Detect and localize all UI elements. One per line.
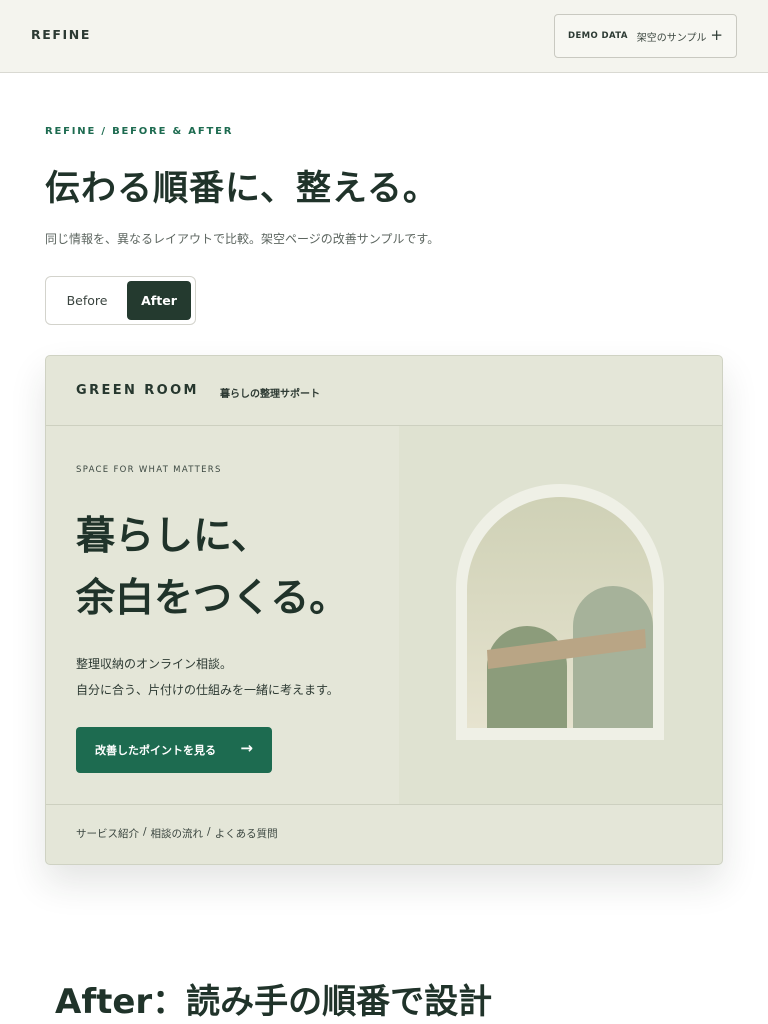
page-lead: 同じ情報を、異なるレイアウトで比較。架空ページの改善サンプルです。 — [45, 232, 440, 246]
hero-body: 整理収納のオンライン相談。 自分に合う、片付けの仕組みを一緒に考えます。 — [76, 651, 339, 703]
cta-label: 改善したポイントを見る — [95, 744, 216, 757]
footer-link-flow[interactable]: 相談の流れ — [151, 826, 204, 841]
eyebrow: REFINE / BEFORE & AFTER — [45, 126, 234, 137]
cta-button[interactable]: 改善したポイントを見る → — [76, 727, 272, 773]
preview-logo[interactable]: GREEN ROOM — [76, 383, 199, 398]
hero-title-line-2: 余白をつくる。 — [76, 576, 349, 621]
demo-data-button[interactable]: DEMO DATA 架空のサンプル + — [554, 14, 737, 58]
preview-footer: サービス紹介 / 相談の流れ / よくある質問 — [46, 804, 722, 864]
hero-body-line-1: 整理収納のオンライン相談。 — [76, 657, 233, 671]
hero-kicker: SPACE FOR WHAT MATTERS — [76, 465, 222, 475]
footer-separator: / — [207, 826, 211, 838]
footer-nav: サービス紹介 / 相談の流れ / よくある質問 — [76, 826, 278, 841]
hero-body-line-2: 自分に合う、片付けの仕組みを一緒に考えます。 — [76, 683, 339, 697]
preview-header: GREEN ROOM 暮らしの整理サポート — [46, 356, 722, 426]
preview-tagline: 暮らしの整理サポート — [220, 389, 320, 400]
preview-card: GREEN ROOM 暮らしの整理サポート SPACE FOR WHAT MAT… — [45, 355, 723, 865]
footer-separator: / — [143, 826, 147, 838]
toggle-before-button[interactable]: Before — [55, 281, 119, 320]
hero-illustration-panel — [399, 426, 722, 804]
demo-data-subtitle: 架空のサンプル — [636, 32, 707, 44]
arrow-right-icon: → — [240, 739, 253, 757]
arched-window-illustration — [456, 484, 664, 740]
hero-title: 暮らしに、 余白をつくる。 — [76, 506, 348, 630]
plus-icon: + — [710, 26, 723, 44]
top-bar: REFINE DEMO DATA 架空のサンプル + — [0, 0, 768, 73]
toggle-after-button[interactable]: After — [127, 281, 191, 320]
demo-data-label: DEMO DATA — [568, 31, 628, 41]
before-after-toggle: Before After — [45, 276, 196, 325]
brand-logo[interactable]: REFINE — [31, 27, 91, 42]
footer-link-service[interactable]: サービス紹介 — [76, 826, 139, 841]
footer-link-faq[interactable]: よくある質問 — [215, 826, 278, 841]
section-title: After：読み手の順番で設計 — [55, 982, 493, 1022]
hero-title-line-1: 暮らしに、 — [76, 514, 270, 559]
page-title: 伝わる順番に、整える。 — [45, 169, 439, 209]
